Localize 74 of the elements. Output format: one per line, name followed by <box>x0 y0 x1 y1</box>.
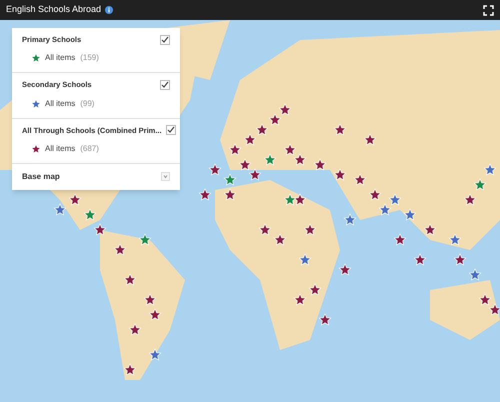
star-marker[interactable] <box>394 233 406 246</box>
checkmark-icon <box>161 36 169 44</box>
item-label[interactable]: All items <box>45 142 76 155</box>
star-marker[interactable] <box>208 163 222 176</box>
star-marker[interactable] <box>304 223 316 236</box>
star-marker[interactable] <box>424 223 436 236</box>
star-marker[interactable] <box>474 178 486 191</box>
star-marker[interactable] <box>294 193 306 206</box>
layer-checkbox[interactable] <box>166 125 176 136</box>
star-marker[interactable] <box>224 188 236 201</box>
star-marker[interactable] <box>354 173 366 186</box>
star-marker[interactable] <box>268 113 282 126</box>
star-marker[interactable] <box>68 193 82 206</box>
star-marker[interactable] <box>284 143 296 156</box>
star-marker[interactable] <box>274 233 286 246</box>
star-marker[interactable] <box>54 203 66 216</box>
star-marker[interactable] <box>94 223 106 236</box>
star-marker[interactable] <box>244 133 256 146</box>
star-marker[interactable] <box>264 153 276 166</box>
star-marker[interactable] <box>228 143 242 156</box>
base-map-label[interactable]: Base map <box>22 170 60 183</box>
star-marker[interactable] <box>84 208 96 221</box>
star-marker[interactable] <box>454 253 466 266</box>
star-marker[interactable] <box>128 323 142 336</box>
star-marker[interactable] <box>334 123 346 136</box>
item-count: (687) <box>80 142 99 155</box>
star-marker[interactable] <box>124 273 136 286</box>
star-marker[interactable] <box>198 188 212 201</box>
star-marker[interactable] <box>258 223 272 236</box>
checkmark-icon <box>161 80 169 89</box>
star-marker[interactable] <box>238 158 252 171</box>
star-marker[interactable] <box>464 193 476 206</box>
fullscreen-icon[interactable] <box>483 4 494 16</box>
star-marker[interactable] <box>338 263 352 276</box>
star-marker[interactable] <box>488 303 500 316</box>
star-marker[interactable] <box>378 203 392 216</box>
layer-checkbox[interactable] <box>160 80 170 90</box>
star-marker[interactable] <box>124 363 136 376</box>
star-marker[interactable] <box>468 268 482 281</box>
star-marker[interactable] <box>308 283 322 296</box>
star-marker[interactable] <box>114 243 126 256</box>
item-count: (99) <box>80 98 94 110</box>
star-marker[interactable] <box>144 293 156 306</box>
expand-icon[interactable] <box>161 172 170 182</box>
star-marker[interactable] <box>448 233 462 246</box>
info-icon[interactable] <box>105 6 114 14</box>
star-marker[interactable] <box>414 253 426 266</box>
star-marker[interactable] <box>224 173 236 186</box>
star-marker[interactable] <box>388 193 402 206</box>
checkmark-icon <box>166 126 175 134</box>
star-marker[interactable] <box>318 313 332 326</box>
star-marker[interactable] <box>404 208 416 221</box>
star-marker[interactable] <box>364 133 376 146</box>
star-marker[interactable] <box>314 158 326 171</box>
star-marker[interactable] <box>294 293 306 306</box>
star-marker[interactable] <box>284 193 296 206</box>
item-label[interactable]: All items <box>45 98 76 110</box>
star-marker[interactable] <box>334 168 346 181</box>
star-marker[interactable] <box>148 308 162 321</box>
item-label[interactable]: All items <box>45 52 76 64</box>
window-title: English Schools Abroad <box>6 3 102 16</box>
star-marker[interactable] <box>294 153 306 166</box>
layer-checkbox[interactable] <box>160 34 170 45</box>
star-marker[interactable] <box>484 163 496 176</box>
star-marker[interactable] <box>478 293 492 306</box>
star-marker[interactable] <box>248 168 262 181</box>
star-marker[interactable] <box>298 253 312 266</box>
star-marker[interactable] <box>368 188 382 201</box>
star-marker[interactable] <box>278 103 292 116</box>
item-count: (159) <box>80 52 99 64</box>
star-marker[interactable] <box>256 123 268 136</box>
star-marker[interactable] <box>344 213 356 226</box>
star-marker[interactable] <box>148 348 162 361</box>
star-marker[interactable] <box>138 233 152 246</box>
